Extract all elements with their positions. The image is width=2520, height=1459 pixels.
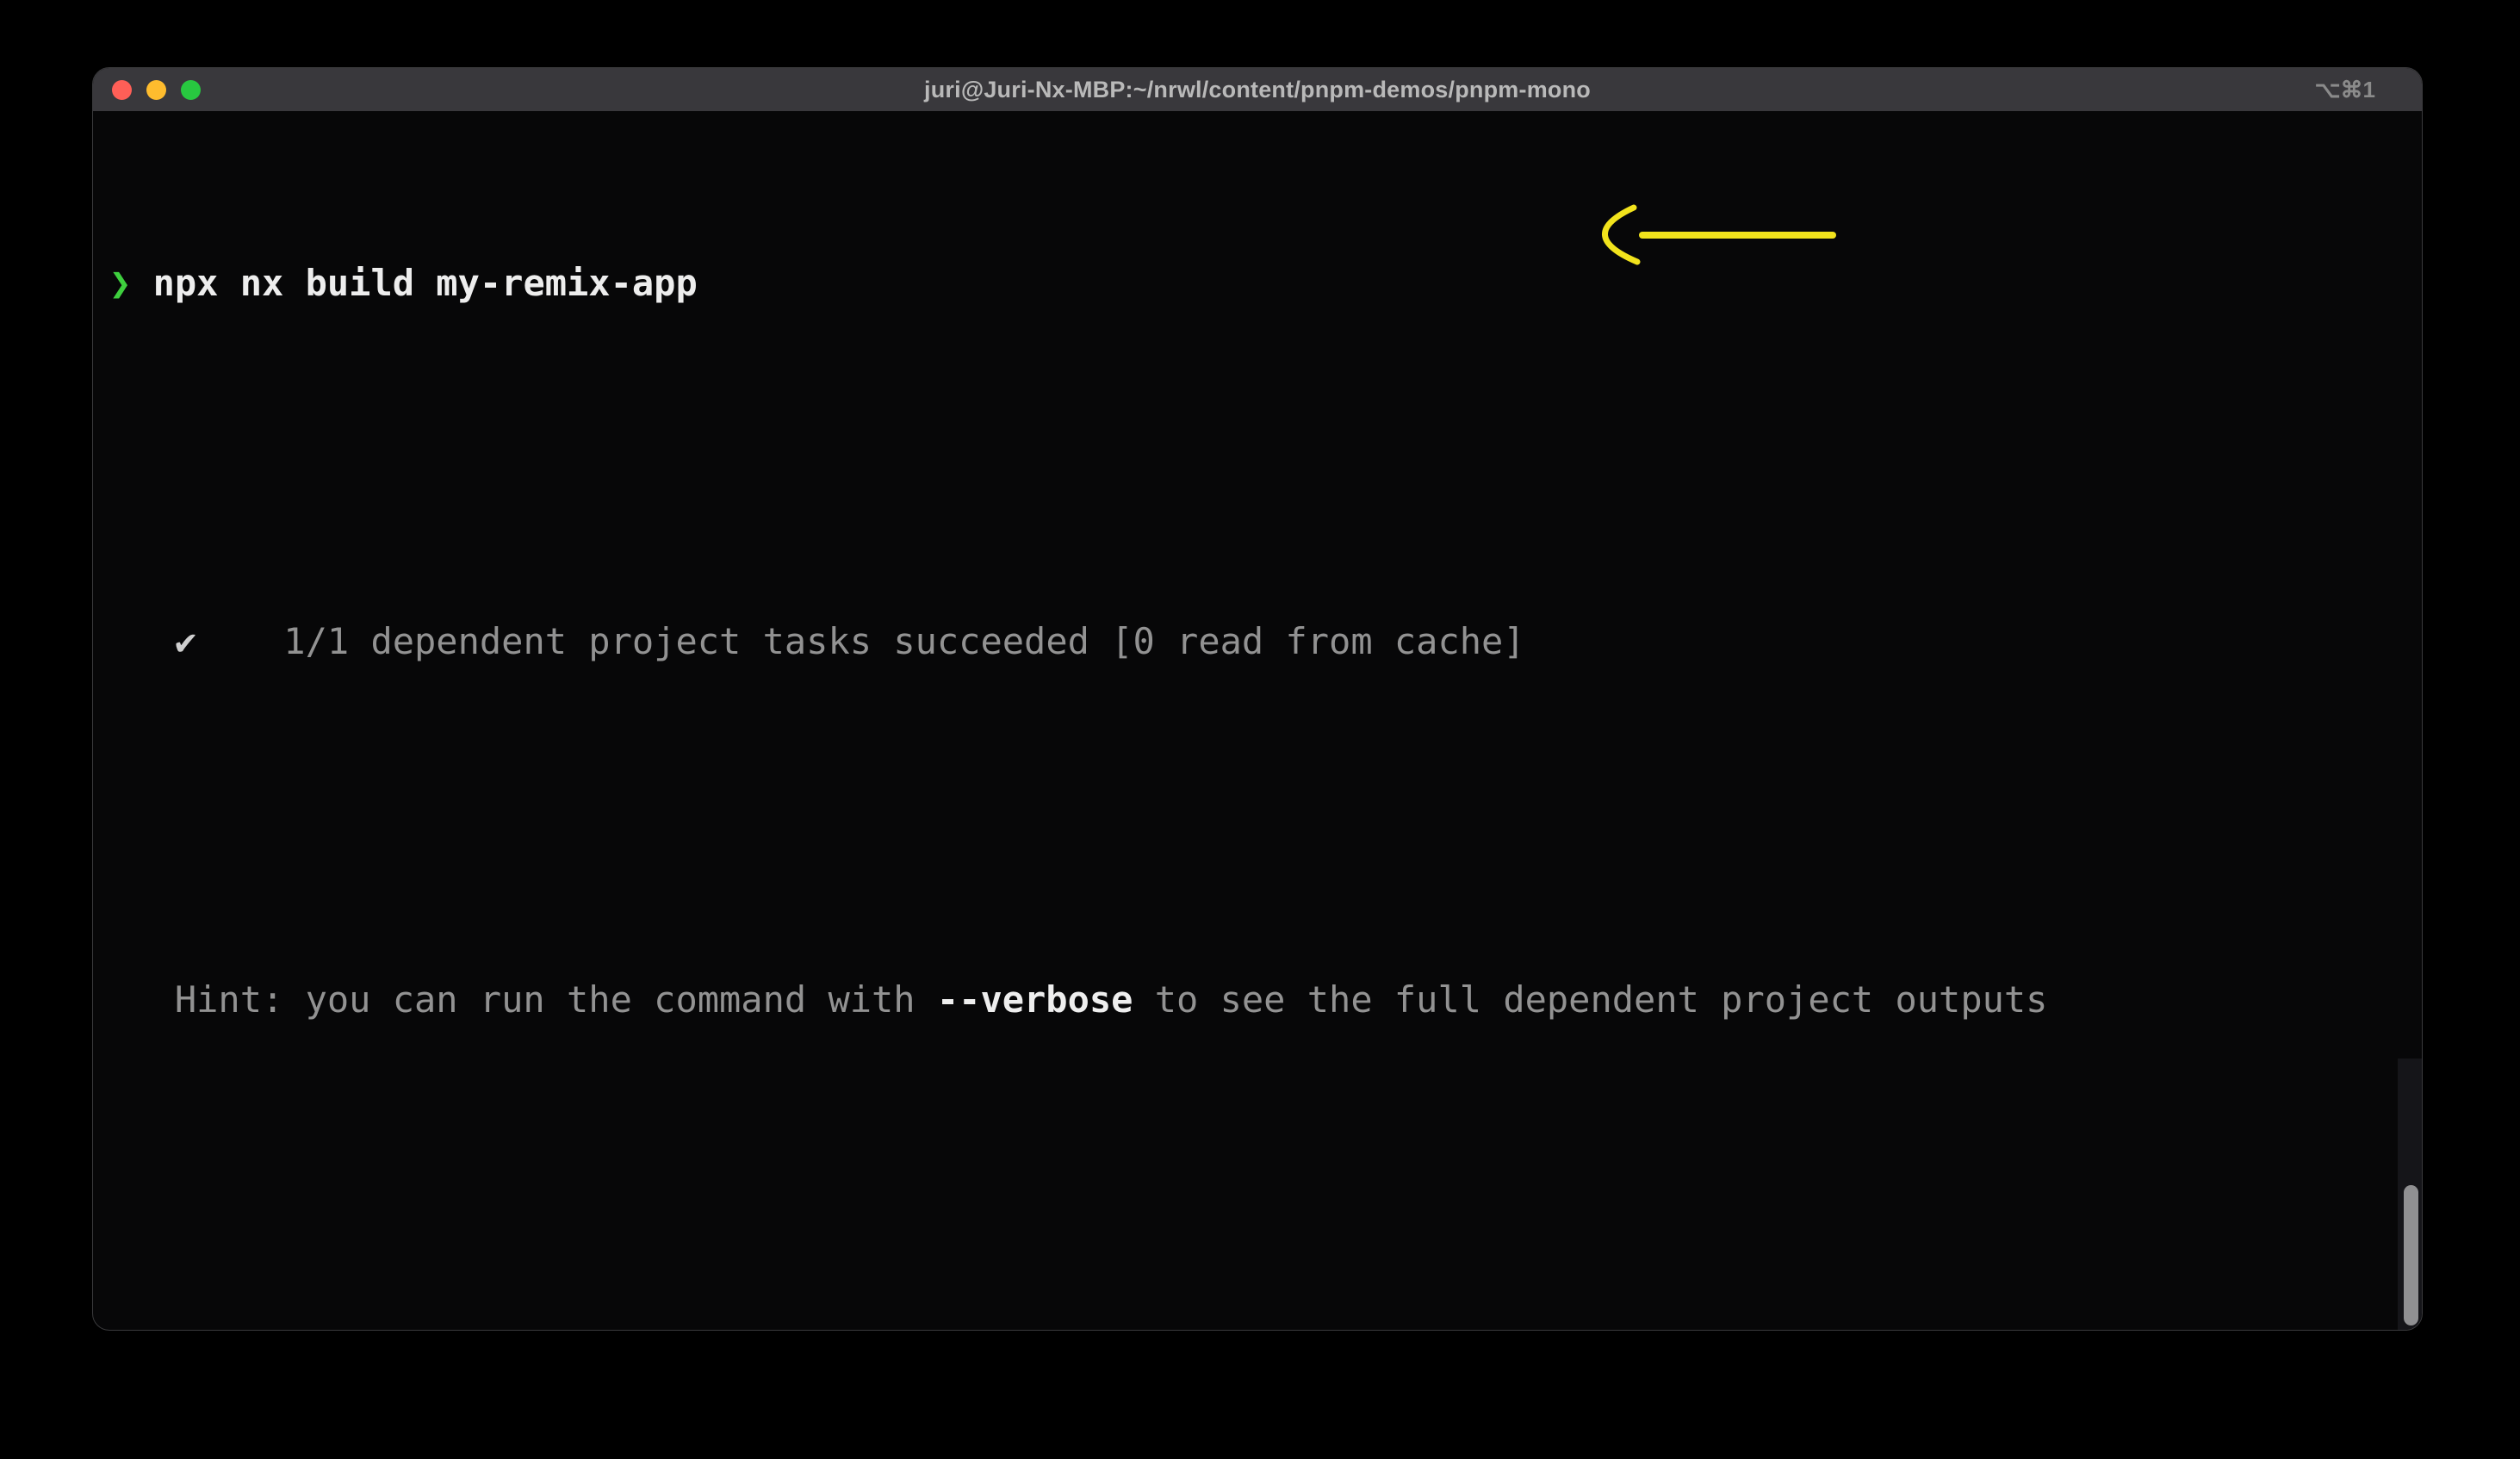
- traffic-lights: [112, 68, 201, 111]
- desktop: { "window": { "title": "juri@Juri-Nx-MBP…: [0, 0, 2520, 1459]
- hint-text-post: to see the full dependent project output…: [1133, 978, 2047, 1021]
- title-bar[interactable]: juri@Juri-Nx-MBP:~/nrwl/content/pnpm-dem…: [93, 68, 2422, 111]
- dependent-tasks-text: 1/1 dependent project tasks succeeded [0…: [196, 620, 1524, 662]
- command-line: ❯ npx nx build my-remix-app: [109, 261, 2422, 306]
- blank-line: [109, 440, 2422, 485]
- close-button[interactable]: [112, 80, 132, 100]
- terminal-screen[interactable]: ❯ npx nx build my-remix-app ✔ 1/1 depend…: [93, 111, 2422, 1330]
- scrollbar-thumb[interactable]: [2404, 1185, 2418, 1326]
- blank-line: [109, 798, 2422, 843]
- checkmark-icon: ✔: [109, 620, 196, 662]
- hint-line: Hint: you can run the command with --ver…: [109, 978, 2422, 1022]
- window-title: juri@Juri-Nx-MBP:~/nrwl/content/pnpm-dem…: [924, 77, 1591, 103]
- zoom-button[interactable]: [181, 80, 201, 100]
- terminal-window: juri@Juri-Nx-MBP:~/nrwl/content/pnpm-dem…: [92, 67, 2423, 1331]
- prompt-chevron-icon: ❯: [109, 262, 131, 304]
- verbose-flag: --verbose: [937, 978, 1133, 1021]
- scrollbar-track[interactable]: [2398, 1059, 2422, 1330]
- tab-shortcut-label: ⌥⌘1: [2315, 68, 2375, 111]
- minimize-button[interactable]: [146, 80, 166, 100]
- typed-command: npx nx build my-remix-app: [131, 262, 697, 304]
- blank-line: [109, 1157, 2422, 1201]
- hint-text-pre: Hint: you can run the command with: [109, 978, 937, 1021]
- dependent-tasks-line: ✔ 1/1 dependent project tasks succeeded …: [109, 619, 2422, 664]
